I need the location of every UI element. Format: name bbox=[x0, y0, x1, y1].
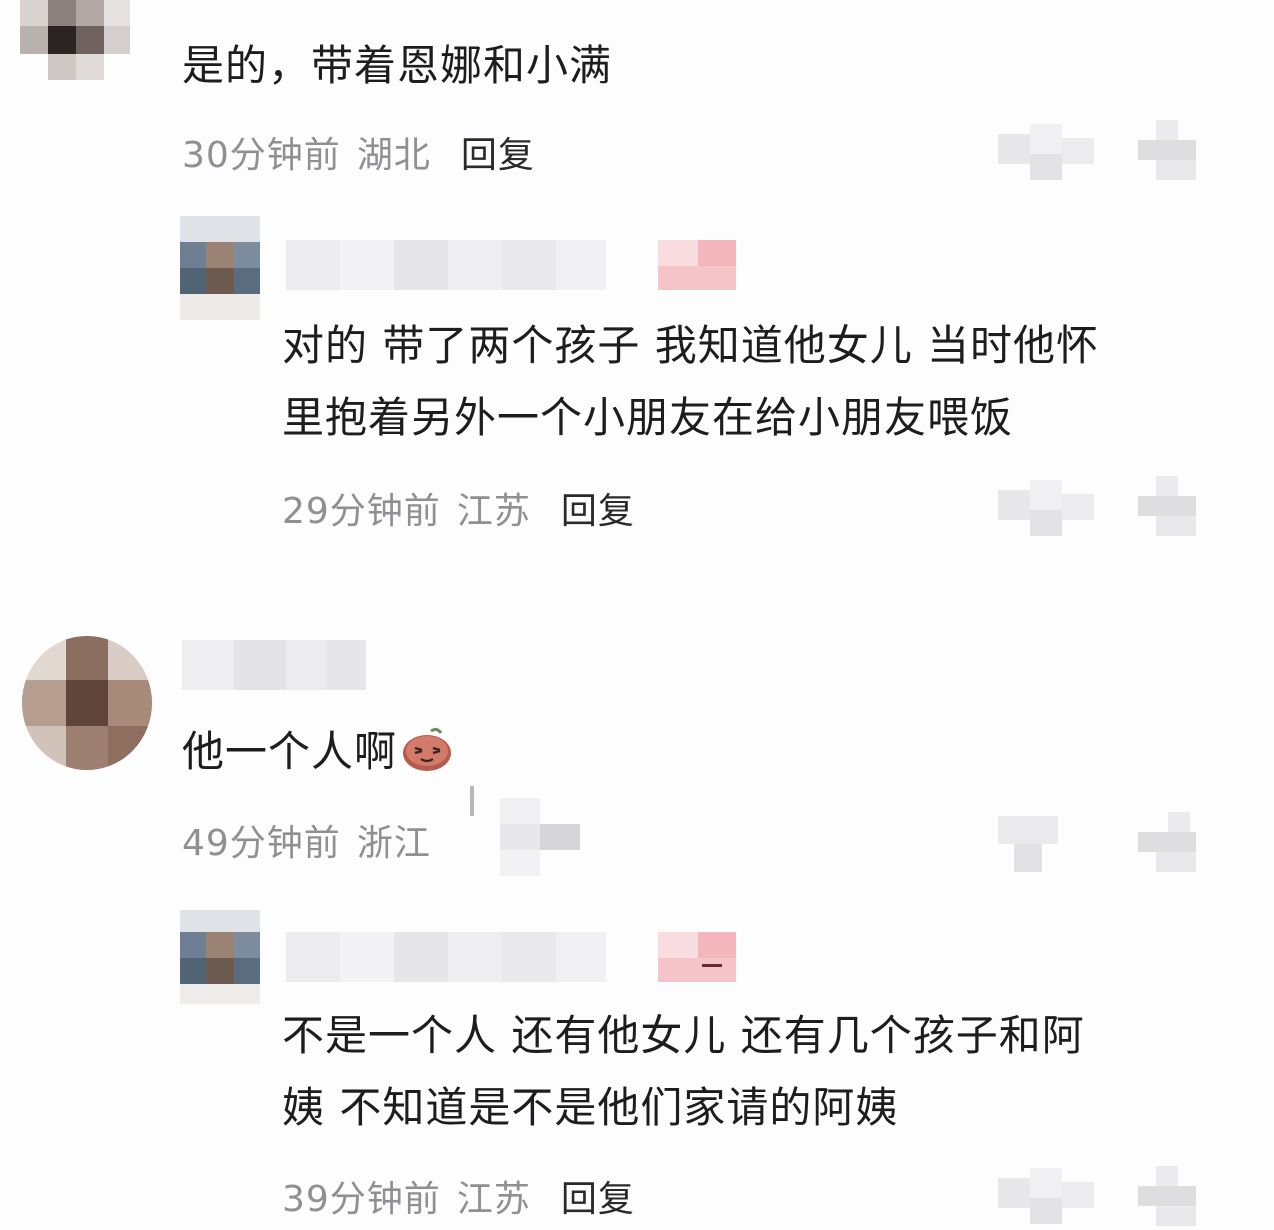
comment-time: 30分钟前 bbox=[182, 135, 341, 176]
comment-text: 不是一个人 还有他女儿 还有几个孩子和阿 姨 不知道是不是他们家请的阿姨 bbox=[282, 1011, 1085, 1132]
username[interactable] bbox=[286, 240, 606, 290]
comment-meta: 39分钟前 江苏 回复 bbox=[282, 1170, 635, 1222]
comment-text: 是的，带着恩娜和小满 bbox=[182, 41, 613, 90]
like-icon[interactable] bbox=[1138, 812, 1196, 872]
comment-icon[interactable] bbox=[998, 480, 1094, 536]
reply-button[interactable]: 回复 bbox=[561, 1179, 635, 1220]
smirk-sticker-icon bbox=[401, 722, 453, 771]
reply-button[interactable]: 回复 bbox=[461, 135, 535, 176]
like-icon[interactable] bbox=[1138, 120, 1196, 180]
reply-button[interactable]: 回复 bbox=[561, 491, 635, 532]
avatar[interactable] bbox=[180, 216, 260, 320]
like-icon[interactable] bbox=[1138, 1166, 1196, 1226]
username[interactable] bbox=[182, 640, 366, 690]
author-badge bbox=[658, 932, 736, 982]
comment-time: 49分钟前 bbox=[182, 823, 341, 864]
avatar[interactable] bbox=[20, 0, 130, 80]
comment-location: 浙江 bbox=[356, 823, 431, 864]
comment-location: 江苏 bbox=[456, 491, 531, 532]
avatar[interactable] bbox=[180, 910, 260, 1004]
username[interactable] bbox=[286, 932, 606, 982]
comment-text: 对的 带了两个孩子 我知道他女儿 当时他怀 里抱着另外一个小朋友在给小朋友喂饭 bbox=[282, 321, 1100, 442]
comment-meta: 30分钟前 湖北 回复 bbox=[182, 126, 535, 178]
comment-icon[interactable] bbox=[998, 1168, 1094, 1224]
comment-meta: 29分钟前 江苏 回复 bbox=[282, 482, 635, 534]
comment-time: 29分钟前 bbox=[282, 491, 441, 532]
avatar[interactable] bbox=[22, 636, 152, 770]
sticker-placeholder bbox=[470, 786, 580, 876]
comment-text: 他一个人啊 bbox=[182, 716, 453, 788]
comment-time: 39分钟前 bbox=[282, 1179, 441, 1220]
comment-meta: 49分钟前 浙江 bbox=[182, 814, 431, 866]
comment-icon[interactable] bbox=[998, 124, 1094, 180]
comment-location: 江苏 bbox=[456, 1179, 531, 1220]
comment-location: 湖北 bbox=[356, 135, 431, 176]
comment-icon[interactable] bbox=[998, 816, 1058, 872]
like-icon[interactable] bbox=[1138, 476, 1196, 536]
author-badge bbox=[658, 240, 736, 290]
